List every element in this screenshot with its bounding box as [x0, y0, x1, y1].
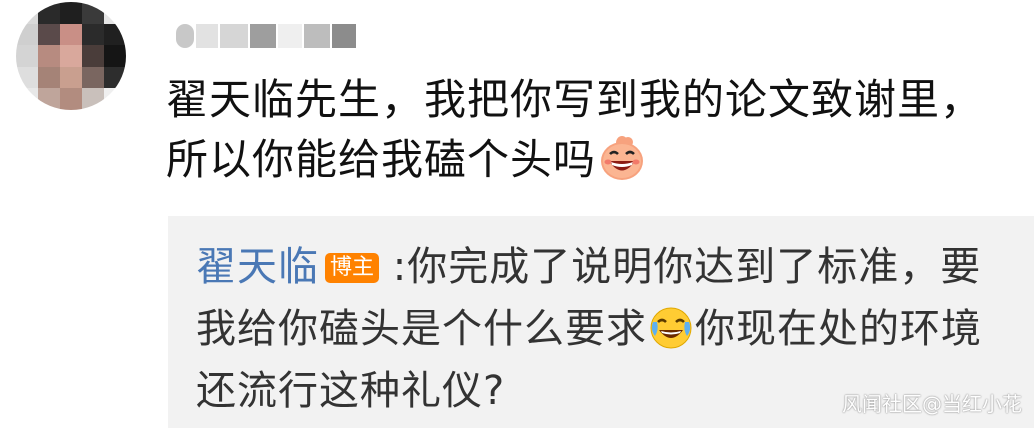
- avatar[interactable]: [16, 2, 126, 110]
- comment-line-1: 翟天临先生，我把你写到我的论文致谢里，: [166, 75, 984, 124]
- comment-line-2-text: 所以你能给我磕个头吗: [166, 135, 597, 184]
- grinning-face-emoji-icon: [601, 136, 644, 180]
- laughing-crying-emoji-icon: [650, 307, 692, 349]
- reply-line-2-text: 我给你磕头是个什么要求: [196, 306, 647, 352]
- watermark: 风闻社区@当红小花: [842, 392, 1022, 416]
- reply-line-2-after: 你现在处的环境: [695, 306, 982, 352]
- comment-body: 翟天临先生，我把你写到我的论文致谢里， 所以你能给我磕个头吗: [166, 70, 1026, 190]
- comment-line-2: 所以你能给我磕个头吗: [166, 130, 1026, 190]
- reply-line-2: 我给你磕头是个什么要求 你现在处的环境: [196, 298, 1026, 360]
- reply-author-link[interactable]: 翟天临: [196, 244, 319, 290]
- reply-line-1: 翟天临 博主 :你完成了说明你达到了标准，要: [196, 236, 1026, 298]
- blogger-badge: 博主: [325, 253, 380, 283]
- username-blurred[interactable]: [176, 22, 358, 50]
- reply-line-1-text: :你完成了说明你达到了标准，要: [392, 244, 982, 290]
